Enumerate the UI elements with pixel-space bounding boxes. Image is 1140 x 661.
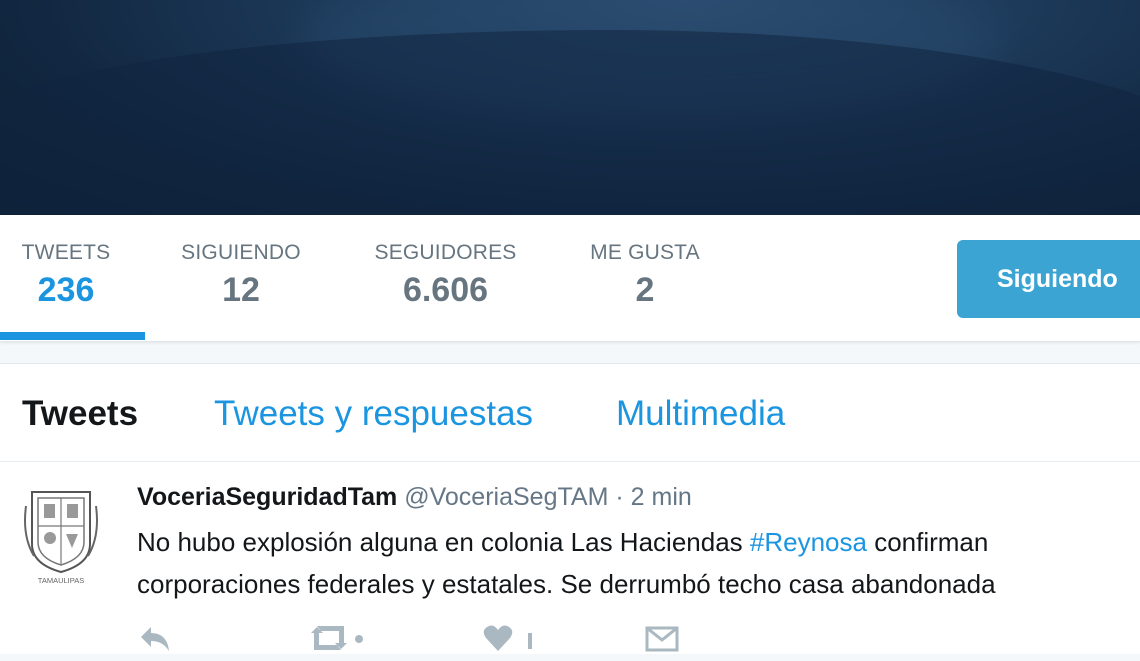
stat-likes-value: 2 bbox=[635, 271, 655, 309]
stat-followers-value: 6.606 bbox=[402, 271, 489, 309]
tweet-timestamp[interactable]: 2 min bbox=[631, 483, 692, 511]
tab-media[interactable]: Multimedia bbox=[616, 394, 785, 434]
tweet-separator: · bbox=[615, 483, 624, 511]
active-stat-underline bbox=[0, 332, 145, 340]
stat-followers[interactable]: SEGUIDORES 6.606 bbox=[368, 241, 523, 310]
tweet-header: VoceriaSeguridadTam @VoceriaSegTAM · 2 m… bbox=[137, 483, 692, 512]
stat-following[interactable]: SIGUIENDO 12 bbox=[176, 241, 306, 310]
tweet-item[interactable]: TAMAULIPAS VoceriaSeguridadTam @VoceriaS… bbox=[0, 461, 1140, 661]
stat-tweets-label: TWEETS bbox=[21, 241, 111, 264]
tweet-author-handle[interactable]: @VoceriaSegTAM bbox=[404, 483, 608, 511]
following-button[interactable]: Siguiendo bbox=[957, 240, 1140, 318]
profile-banner bbox=[0, 0, 1140, 215]
tab-tweets[interactable]: Tweets bbox=[22, 394, 138, 434]
timeline-tabs: Tweets Tweets y respuestas Multimedia bbox=[0, 364, 1140, 462]
stat-likes-label: ME GUSTA bbox=[590, 241, 700, 264]
message-icon[interactable] bbox=[645, 623, 679, 653]
stat-followers-label: SEGUIDORES bbox=[374, 241, 517, 264]
avatar-caption: TAMAULIPAS bbox=[38, 576, 84, 585]
tamaulipas-seal-icon: TAMAULIPAS bbox=[24, 491, 98, 585]
stat-tweets[interactable]: TWEETS 236 bbox=[18, 241, 114, 310]
stat-tweets-value: 236 bbox=[37, 271, 95, 309]
tweet-hashtag[interactable]: #Reynosa bbox=[750, 527, 867, 557]
retweet-icon[interactable] bbox=[307, 623, 367, 653]
tweet-text-before: No hubo explosión alguna en colonia Las … bbox=[137, 527, 750, 557]
tweet-text: No hubo explosión alguna en colonia Las … bbox=[137, 521, 1137, 605]
like-icon[interactable] bbox=[482, 623, 542, 653]
banner-mountain bbox=[0, 30, 1140, 215]
avatar[interactable]: TAMAULIPAS bbox=[24, 486, 98, 586]
reply-icon[interactable] bbox=[137, 623, 173, 653]
timeline-card: Tweets Tweets y respuestas Multimedia TA… bbox=[0, 363, 1140, 654]
stat-following-label: SIGUIENDO bbox=[181, 241, 301, 264]
tab-tweets-replies[interactable]: Tweets y respuestas bbox=[214, 394, 533, 434]
stat-likes[interactable]: ME GUSTA 2 bbox=[584, 241, 706, 310]
tweet-author-name[interactable]: VoceriaSeguridadTam bbox=[137, 483, 397, 511]
stat-following-value: 12 bbox=[222, 271, 260, 309]
